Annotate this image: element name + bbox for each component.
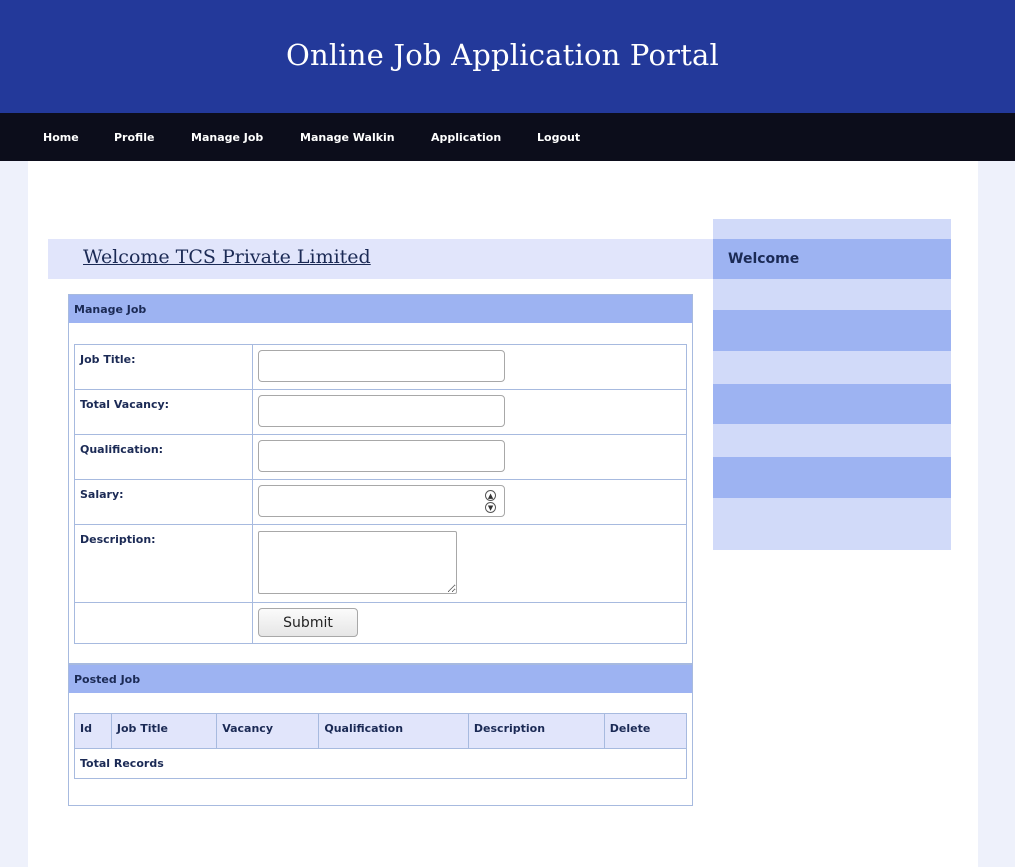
nav-application[interactable]: Application — [431, 131, 501, 144]
posted-job-panel: Posted Job Id Job Title Vacancy Qualific… — [68, 664, 693, 806]
chevron-up-icon[interactable]: ▲ — [485, 490, 497, 501]
welcome-heading: Welcome TCS Private Limited — [83, 246, 371, 268]
nav-profile[interactable]: Profile — [114, 131, 154, 144]
nav-home[interactable]: Home — [43, 131, 79, 144]
posted-job-table: Id Job Title Vacancy Qualification Descr… — [74, 713, 688, 779]
salary-label: Salary: — [73, 479, 254, 525]
job-title-input[interactable] — [258, 350, 506, 382]
total-vacancy-input[interactable] — [258, 395, 506, 427]
submit-button[interactable]: Submit — [258, 608, 359, 637]
qualification-label: Qualification: — [73, 434, 254, 480]
column-header-delete: Delete — [603, 713, 688, 749]
column-header-qualification: Qualification — [318, 713, 469, 749]
page-header: Online Job Application Portal — [0, 0, 1015, 113]
nav-manage-job[interactable]: Manage Job — [191, 131, 263, 144]
manage-job-title: Manage Job — [74, 303, 147, 316]
job-title-label: Job Title: — [73, 344, 254, 390]
sidebar-band — [713, 351, 951, 384]
nav-logout[interactable]: Logout — [537, 131, 580, 144]
portal-title: Online Job Application Portal — [285, 38, 720, 72]
sidebar-welcome-label: Welcome — [728, 251, 800, 267]
sidebar-band — [713, 498, 951, 550]
sidebar-band — [713, 310, 951, 351]
salary-input[interactable]: ▲ ▼ — [258, 485, 506, 517]
column-header-description: Description — [467, 713, 605, 749]
nav-manage-walkin[interactable]: Manage Walkin — [300, 131, 395, 144]
posted-job-title: Posted Job — [74, 673, 141, 686]
manage-job-header: Manage Job — [69, 295, 692, 323]
sidebar-band — [713, 457, 951, 498]
sidebar-band — [713, 424, 951, 457]
manage-job-form: Job Title: Total Vacancy: Qualification:… — [73, 344, 687, 644]
sidebar-band — [713, 219, 951, 239]
total-records-label: Total Records — [74, 748, 687, 779]
chevron-down-icon[interactable]: ▼ — [485, 502, 497, 513]
column-header-id: Id — [74, 713, 112, 749]
column-header-vacancy: Vacancy — [216, 713, 320, 749]
total-vacancy-label: Total Vacancy: — [73, 389, 254, 435]
main-navbar: Home Profile Manage Job Manage Walkin Ap… — [0, 113, 1015, 161]
description-textarea[interactable] — [258, 531, 458, 594]
column-header-job-title: Job Title — [110, 713, 218, 749]
empty-cell — [73, 602, 254, 644]
qualification-input[interactable] — [258, 440, 506, 472]
sidebar-band — [713, 279, 951, 310]
posted-job-header: Posted Job — [69, 665, 692, 693]
sidebar-band — [713, 384, 951, 424]
manage-job-panel: Manage Job Job Title: Total Vacancy: Qua… — [68, 294, 693, 664]
description-label: Description: — [73, 524, 254, 603]
